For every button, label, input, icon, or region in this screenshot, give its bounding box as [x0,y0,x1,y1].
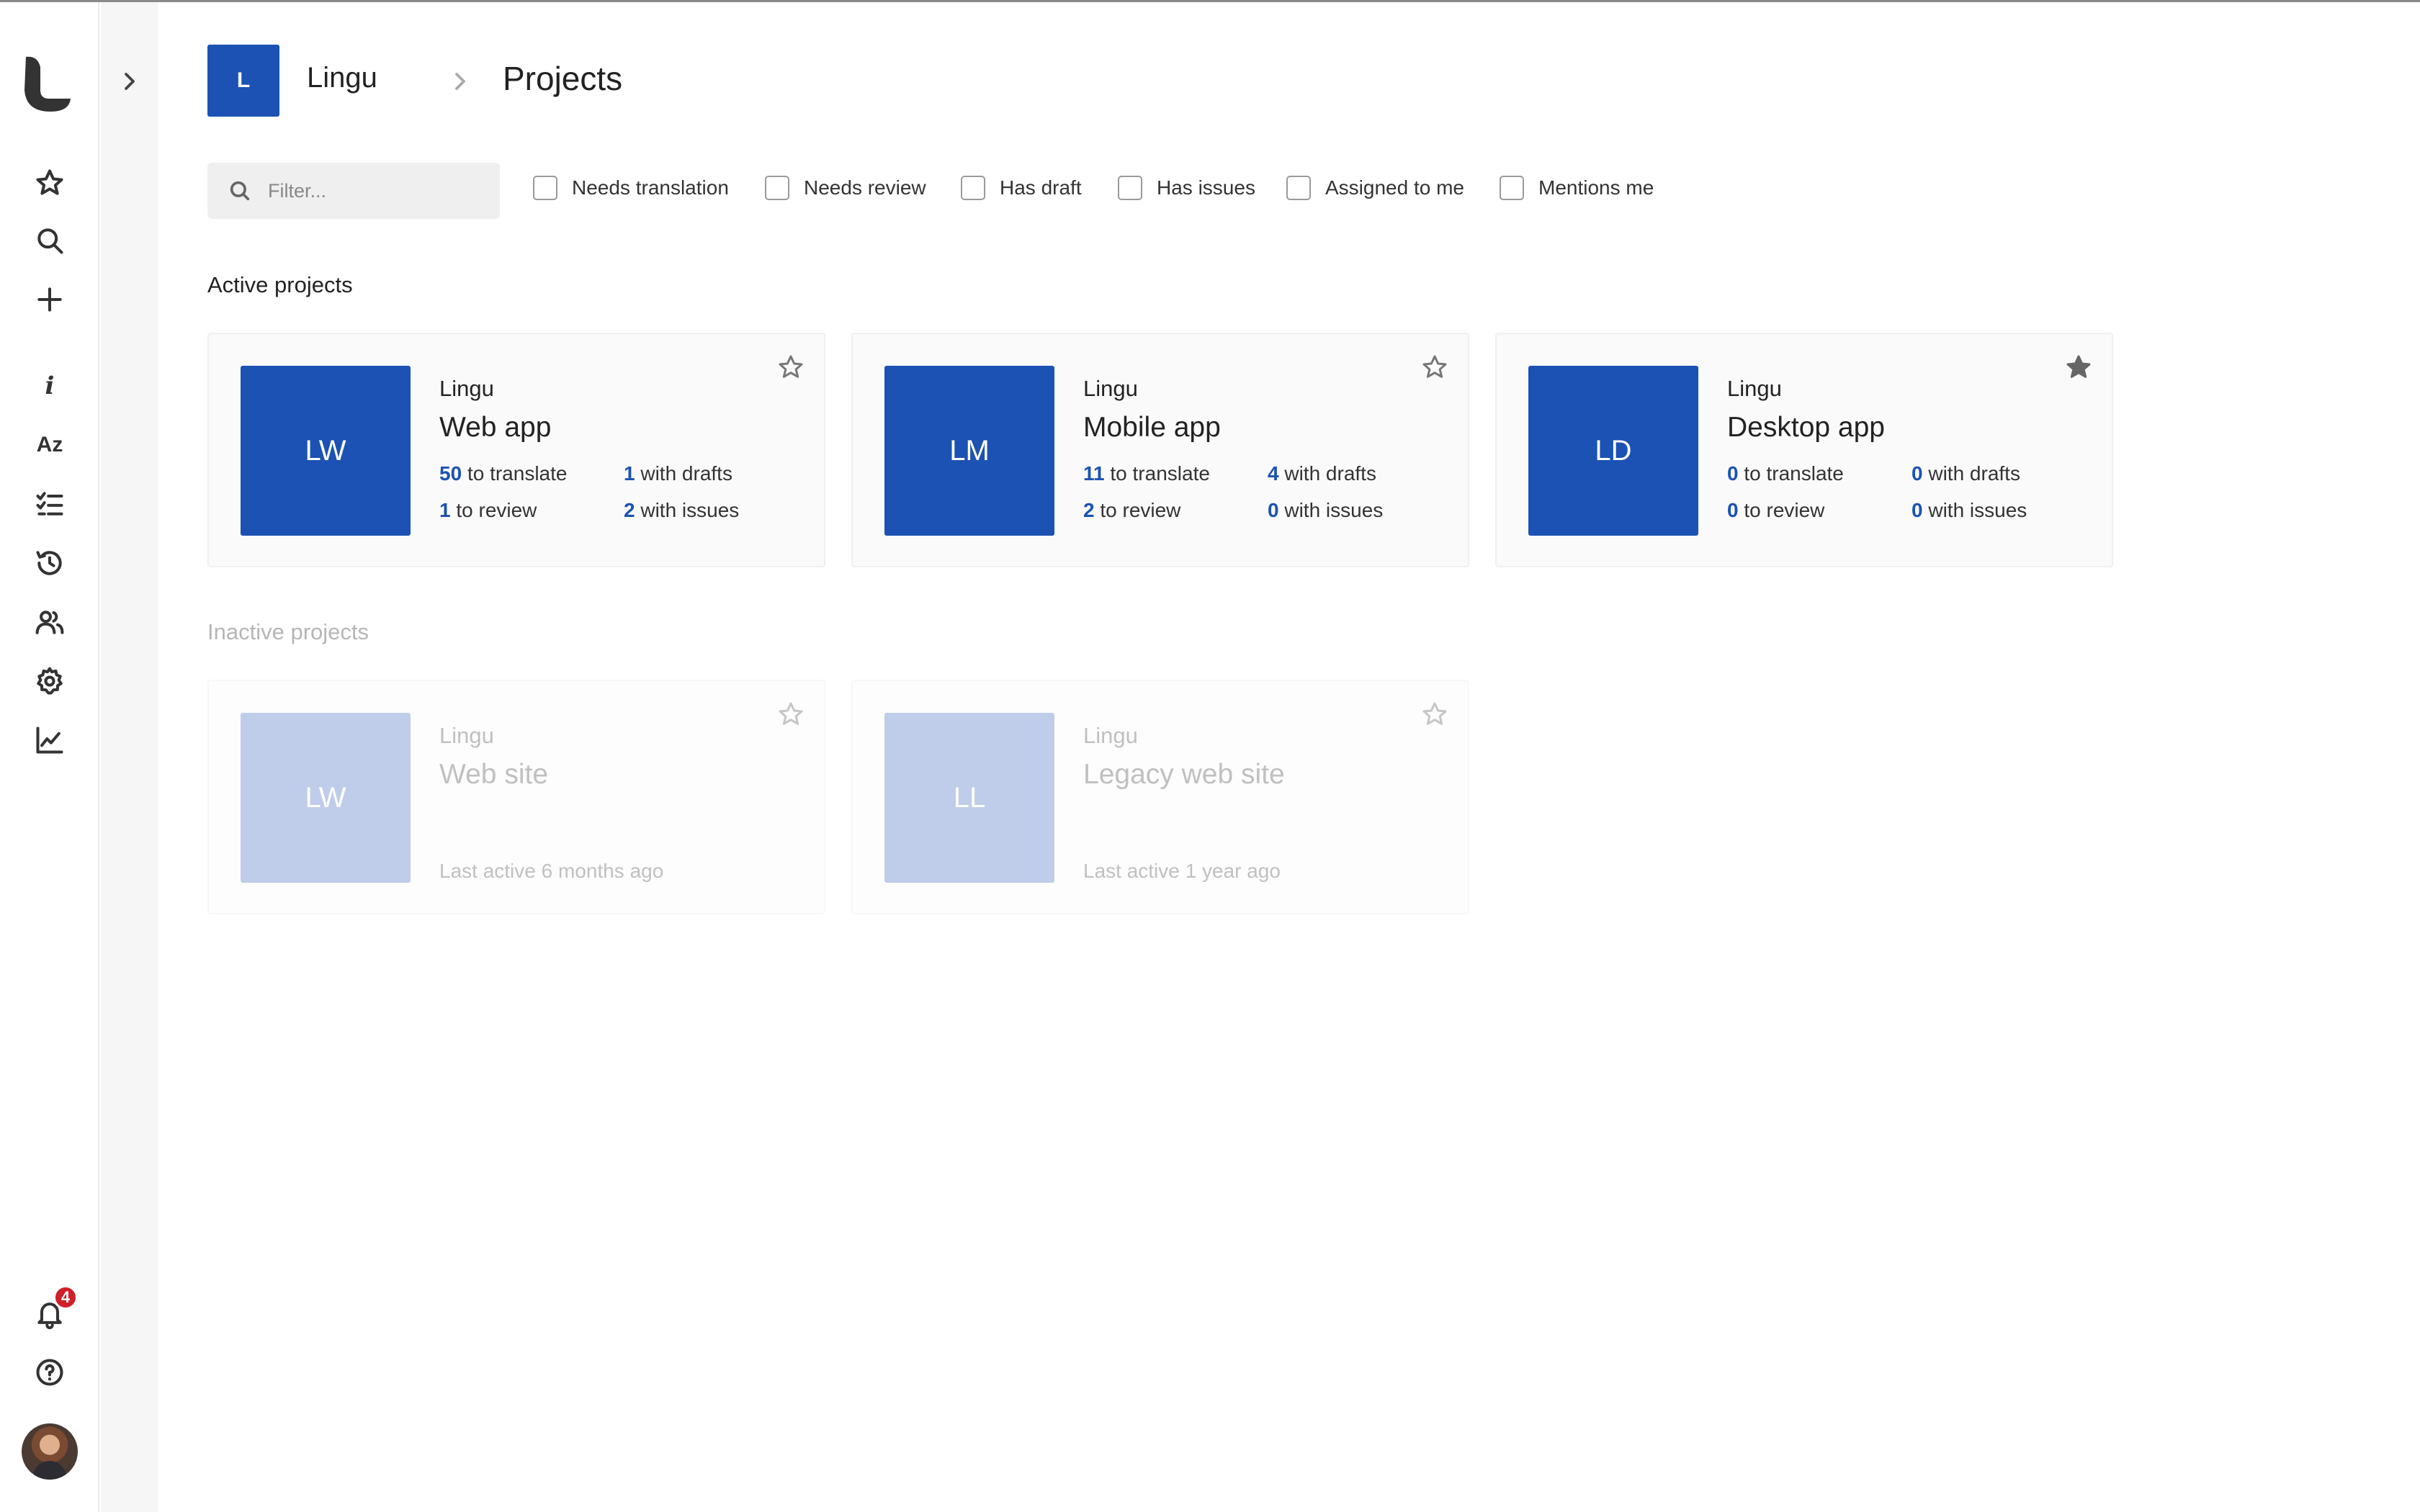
filter-field[interactable] [207,163,500,219]
project-name: Web app [439,412,552,443]
project-card-legacy-web-site[interactable]: LL Lingu Legacy web site Last active 1 y… [851,680,1469,914]
info-icon[interactable]: i [32,368,68,404]
org-logo[interactable]: L [207,45,279,117]
filter-has-draft[interactable]: Has draft [961,176,1082,200]
checkbox[interactable] [765,176,789,200]
project-tile: LM [884,366,1054,536]
star-icon[interactable] [776,700,805,729]
plus-icon[interactable] [32,282,68,318]
page-title: Projects [503,60,623,97]
checklist-icon[interactable] [32,486,68,522]
chevron-right-icon [125,73,135,90]
icon-sidebar: i Az 4 [0,2,99,1512]
stat-with-issues[interactable]: 0 with issues [1912,499,2027,522]
star-icon[interactable] [776,353,805,382]
filter-input[interactable] [268,179,484,202]
az-icon[interactable]: Az [32,427,68,463]
window-top-border [0,0,2420,2]
filter-needs-review[interactable]: Needs review [765,176,926,200]
stat-with-drafts[interactable]: 4 with drafts [1268,462,1376,485]
expand-panel-button[interactable] [115,63,144,99]
notification-badge: 4 [53,1285,78,1310]
stat-to-translate[interactable]: 50 to translate [439,462,567,485]
stat-to-review[interactable]: 0 to review [1727,499,1824,522]
project-card-web-app[interactable]: LW Lingu Web app 50 to translate 1 with … [207,333,825,567]
project-tile: LW [241,713,411,883]
star-icon[interactable] [32,165,68,201]
stat-to-review[interactable]: 2 to review [1083,499,1180,522]
stat-with-drafts[interactable]: 0 with drafts [1912,462,2020,485]
inactive-projects-heading: Inactive projects [207,619,369,644]
project-org: Lingu [1083,723,1138,748]
stat-to-translate[interactable]: 0 to translate [1727,462,1844,485]
search-icon [230,181,250,201]
stat-to-translate[interactable]: 11 to translate [1083,462,1210,485]
user-avatar[interactable] [22,1423,78,1480]
active-projects-heading: Active projects [207,272,353,297]
star-filled-icon[interactable] [2064,353,2093,382]
project-name: Desktop app [1727,412,1885,443]
checkbox[interactable] [961,176,985,200]
project-org: Lingu [1727,376,1782,401]
filter-mentions-me[interactable]: Mentions me [1500,176,1654,200]
gear-icon[interactable] [32,663,68,699]
star-icon[interactable] [1420,353,1449,382]
project-tile: LW [241,366,411,536]
project-name: Web site [439,759,549,790]
stat-with-issues[interactable]: 0 with issues [1268,499,1383,522]
project-org: Lingu [439,723,494,748]
project-org: Lingu [439,376,494,401]
project-name: Mobile app [1083,412,1221,443]
history-icon[interactable] [32,545,68,581]
checkbox[interactable] [1286,176,1311,200]
project-tile: LL [884,713,1054,883]
users-icon[interactable] [32,604,68,640]
filter-assigned-to-me[interactable]: Assigned to me [1286,176,1464,200]
project-card-desktop-app[interactable]: LD Lingu Desktop app 0 to translate 0 wi… [1495,333,2113,567]
breadcrumb-org[interactable]: Lingu [307,62,377,94]
breadcrumb-chevron-icon [449,70,471,93]
project-card-mobile-app[interactable]: LM Lingu Mobile app 11 to translate 4 wi… [851,333,1469,567]
checkbox[interactable] [1118,176,1142,200]
stat-with-issues[interactable]: 2 with issues [624,499,739,522]
help-icon[interactable] [32,1354,68,1390]
last-active-text: Last active 1 year ago [1083,860,1281,882]
search-icon[interactable] [32,222,68,258]
checkbox[interactable] [533,176,557,200]
project-tile: LD [1528,366,1698,536]
chart-icon[interactable] [32,722,68,758]
project-card-web-site[interactable]: LW Lingu Web site Last active 6 months a… [207,680,825,914]
project-org: Lingu [1083,376,1138,401]
stat-with-drafts[interactable]: 1 with drafts [624,462,732,485]
last-active-text: Last active 6 months ago [439,860,664,882]
project-name: Legacy web site [1083,759,1285,790]
collapsed-side-panel [101,2,158,1512]
lingu-logo-icon[interactable] [22,54,75,113]
star-icon[interactable] [1420,700,1449,729]
stat-to-review[interactable]: 1 to review [439,499,537,522]
filter-needs-translation[interactable]: Needs translation [533,176,729,200]
filter-has-issues[interactable]: Has issues [1118,176,1255,200]
checkbox[interactable] [1500,176,1524,200]
